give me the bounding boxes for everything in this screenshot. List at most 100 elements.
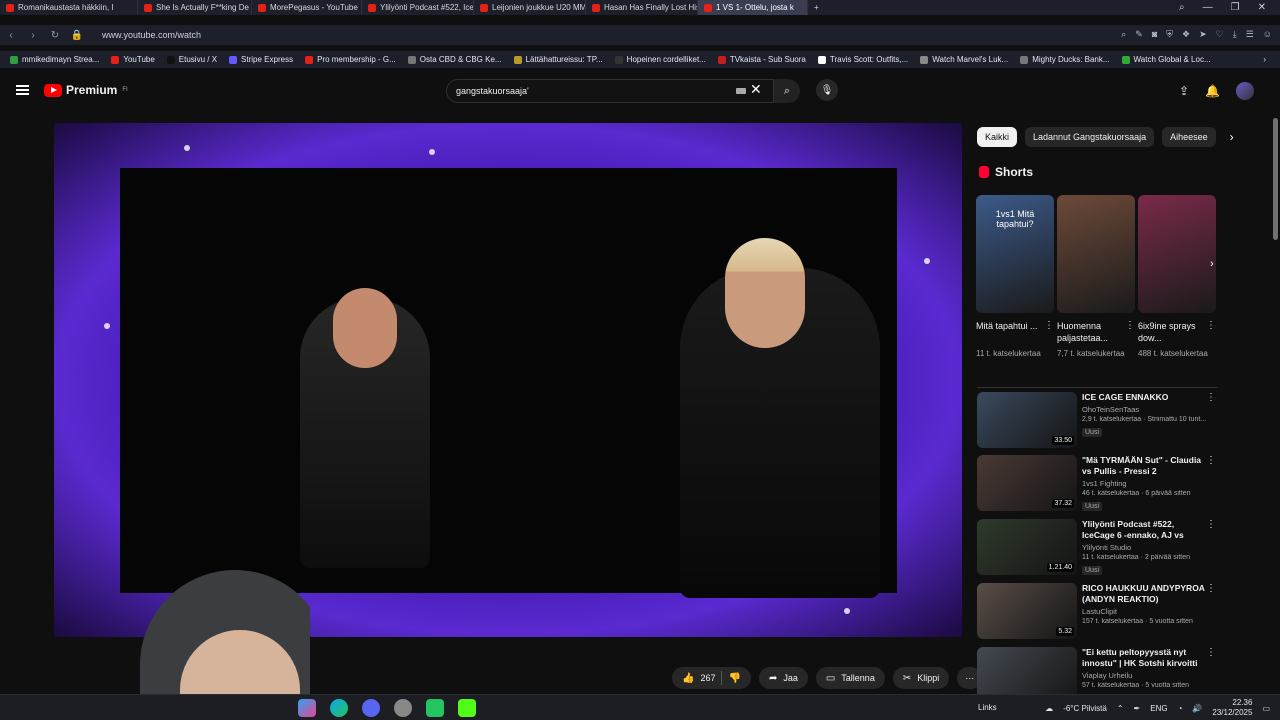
- recommendation-item[interactable]: 1.21.40 Ylilyönti Podcast #522, IceCage 6…: [977, 519, 1218, 579]
- bookmark-item[interactable]: Mighty Ducks: Bank...: [1020, 55, 1110, 64]
- tab-1[interactable]: She Is Actually F**king De: [138, 0, 252, 15]
- short-thumbnail[interactable]: [1138, 195, 1216, 313]
- bookmark-item[interactable]: YouTube: [111, 55, 155, 64]
- voice-search-button[interactable]: 🎙: [816, 79, 838, 101]
- tab-2[interactable]: MorePegasus - YouTube: [252, 0, 362, 15]
- back-icon[interactable]: ‹: [0, 30, 22, 41]
- shield-icon[interactable]: ⛨: [1166, 29, 1173, 40]
- notifications-tray-icon[interactable]: ▭: [1262, 704, 1270, 713]
- kick-icon[interactable]: [458, 699, 476, 717]
- pen-icon[interactable]: ✒: [1134, 704, 1141, 713]
- weather-text[interactable]: -6°C Pilvistä: [1063, 704, 1107, 713]
- bookmark-item[interactable]: Watch Marvel's Luk...: [920, 55, 1008, 64]
- like-button[interactable]: 👍: [682, 673, 694, 684]
- save-button[interactable]: ▭ Tallenna: [815, 667, 885, 689]
- recommendation-channel[interactable]: Ylilyönti Studio: [1082, 543, 1131, 552]
- copilot-icon[interactable]: [298, 699, 316, 717]
- download-icon[interactable]: ⤓: [1233, 29, 1237, 40]
- recommendation-channel[interactable]: Viaplay Urheilu: [1082, 671, 1132, 680]
- bookmark-item[interactable]: Hopeinen cordelliket...: [614, 55, 706, 64]
- short-card[interactable]: 1vs1 Mitä tapahtui? Mitä tapahtui ... ⋮ 11 …: [976, 195, 1054, 359]
- video-player[interactable]: [54, 123, 962, 637]
- bookmark-item[interactable]: TVkaista - Sub Suora: [717, 55, 806, 64]
- bookmark-item[interactable]: mmikedimayn Strea...: [10, 55, 99, 64]
- recommendation-title[interactable]: ICE CAGE ENNAKKO: [1082, 392, 1206, 403]
- send-icon[interactable]: ➤: [1199, 29, 1207, 40]
- tab-0[interactable]: Romanikaustasta häkkiin, I: [0, 0, 138, 15]
- zoom-icon[interactable]: ⌕: [1121, 29, 1126, 40]
- clock[interactable]: 22.36 23/12/2025: [1212, 698, 1252, 718]
- tray-chevron-icon[interactable]: ⌃: [1117, 704, 1124, 713]
- recommendation-title[interactable]: "Ei kettu peltopyysstä nyt innostu" | HK…: [1082, 647, 1206, 669]
- menu-icon[interactable]: ☰: [1246, 29, 1254, 40]
- tab-3[interactable]: Ylilyönti Podcast #522, Ice: [362, 0, 474, 15]
- search-button[interactable]: ⌕: [774, 79, 800, 103]
- edit-icon[interactable]: ✎: [1135, 29, 1143, 40]
- recommendation-thumbnail[interactable]: 33.50: [977, 392, 1077, 448]
- search-input[interactable]: gangstakuorsaaja': [446, 79, 774, 103]
- recommendation-channel[interactable]: OhoTeinSenTaas: [1082, 405, 1139, 414]
- recommendation-menu-icon[interactable]: ⋮: [1206, 583, 1216, 594]
- recommendation-item[interactable]: 33.50 ICE CAGE ENNAKKO OhoTeinSenTaas 2,9 t…: [977, 392, 1218, 452]
- recommendation-menu-icon[interactable]: ⋮: [1206, 647, 1216, 658]
- short-menu-icon[interactable]: ⋮: [1125, 320, 1135, 332]
- tab-6[interactable]: 1 VS 1- Ottelu, josta k: [698, 0, 808, 15]
- bookmark-item[interactable]: Osta CBD & CBG Ke...: [407, 55, 502, 64]
- short-title[interactable]: Mitä tapahtui ...: [976, 321, 1038, 331]
- recommendation-channel[interactable]: LastuClipit: [1082, 607, 1117, 616]
- extension-icon[interactable]: ❖: [1182, 29, 1190, 40]
- upload-icon[interactable]: ⇪: [1179, 84, 1189, 98]
- bookmark-item[interactable]: Etusivu / X: [166, 55, 217, 64]
- reload-icon[interactable]: ↻: [44, 30, 66, 41]
- forward-icon[interactable]: ›: [22, 30, 44, 41]
- short-card[interactable]: Huomenna paljastetaa... ⋮ 7,7 t. katseluke…: [1057, 195, 1135, 359]
- profile-icon[interactable]: ☺: [1263, 29, 1272, 40]
- recommendation-menu-icon[interactable]: ⋮: [1206, 455, 1216, 466]
- scrollbar[interactable]: [1273, 118, 1278, 240]
- avatar[interactable]: [1236, 82, 1254, 100]
- tab-4[interactable]: Leijonien joukkue U20 MM: [474, 0, 586, 15]
- short-menu-icon[interactable]: ⋮: [1044, 320, 1054, 332]
- bookmark-item[interactable]: Lättähattureissu: TP...: [513, 55, 603, 64]
- url-field[interactable]: www.youtube.com/watch: [102, 30, 201, 40]
- recommendation-thumbnail[interactable]: 5.32: [977, 583, 1077, 639]
- short-card[interactable]: 6ix9ine sprays dow... ⋮ 488 t. katselukert…: [1138, 195, 1216, 359]
- keyboard-icon[interactable]: [736, 88, 746, 94]
- short-title[interactable]: 6ix9ine sprays dow...: [1138, 321, 1196, 343]
- heart-icon[interactable]: ♡: [1216, 29, 1224, 40]
- new-tab-icon[interactable]: +: [808, 0, 825, 15]
- edge-icon[interactable]: [330, 699, 348, 717]
- bookmark-item[interactable]: Stripe Express: [229, 55, 293, 64]
- recommendation-menu-icon[interactable]: ⋮: [1206, 392, 1216, 403]
- filter-chip[interactable]: Kaikki: [977, 127, 1018, 147]
- terminal-icon[interactable]: [426, 699, 444, 717]
- recommendation-thumbnail[interactable]: 1.21.40: [977, 519, 1077, 575]
- recommendation-title[interactable]: "Mä TYRMÄÄN Sut" - Claudia vs Pullis - P…: [1082, 455, 1206, 477]
- short-thumbnail[interactable]: 1vs1 Mitä tapahtui?: [976, 195, 1054, 313]
- network-icon[interactable]: ◔: [1178, 704, 1183, 713]
- dislike-button[interactable]: 👎: [728, 673, 740, 684]
- short-title[interactable]: Huomenna paljastetaa...: [1057, 321, 1108, 343]
- clear-search-icon[interactable]: ✕: [750, 81, 762, 98]
- short-thumbnail[interactable]: [1057, 195, 1135, 313]
- minimize-icon[interactable]: —: [1203, 2, 1213, 13]
- recommendation-item[interactable]: 5.32 RICO HAUKKUU ANDYPYROA (ANDYN REAKTI…: [977, 583, 1218, 643]
- volume-icon[interactable]: 🔊: [1192, 704, 1202, 713]
- filter-chip[interactable]: Ladannut Gangstakuorsaaja: [1025, 127, 1155, 147]
- youtube-premium-logo[interactable]: Premium FI: [44, 83, 128, 97]
- filter-chip[interactable]: Aiheesee: [1162, 127, 1216, 147]
- clip-button[interactable]: ✂ Klippi: [892, 667, 950, 689]
- recommendation-channel[interactable]: 1vs1 Fighting: [1082, 479, 1127, 488]
- hamburger-menu-icon[interactable]: [16, 85, 29, 95]
- links-toolbar[interactable]: Links: [978, 703, 997, 712]
- maximize-icon[interactable]: ❐: [1231, 2, 1240, 13]
- recommendation-menu-icon[interactable]: ⋮: [1206, 519, 1216, 530]
- notifications-icon[interactable]: 🔔: [1205, 84, 1220, 98]
- search-tabs-icon[interactable]: ⌕: [1179, 2, 1185, 13]
- language[interactable]: ENG: [1150, 704, 1167, 713]
- recommendation-title[interactable]: Ylilyönti Podcast #522, IceCage 6 -ennak…: [1082, 519, 1206, 541]
- app-icon[interactable]: [394, 699, 412, 717]
- recommendation-item[interactable]: 37.32 "Mä TYRMÄÄN Sut" - Claudia vs Pulli…: [977, 455, 1218, 515]
- bookmarks-overflow-icon[interactable]: ›: [1263, 55, 1266, 64]
- shorts-next-icon[interactable]: ›: [1210, 258, 1214, 270]
